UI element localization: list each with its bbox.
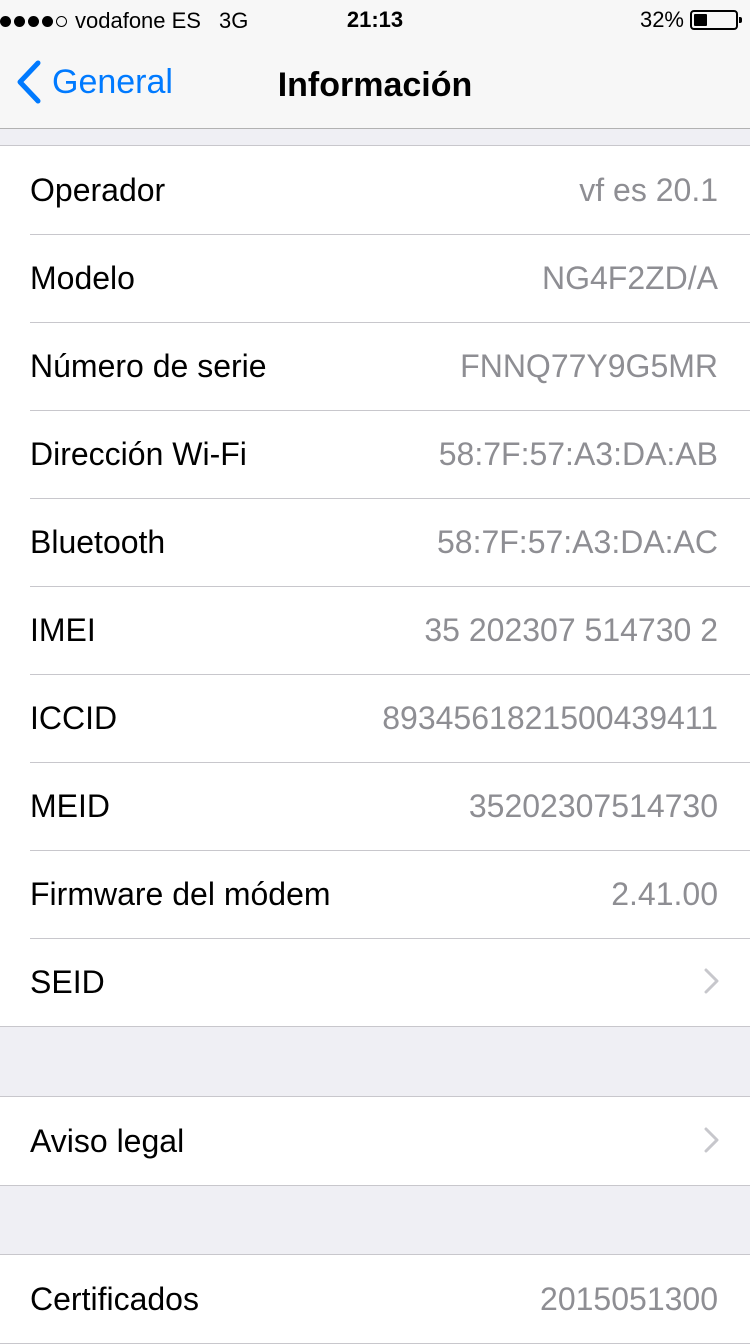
row-label: Número de serie bbox=[30, 348, 267, 384]
battery-status: 32% bbox=[639, 7, 742, 33]
battery-percent: 32% bbox=[639, 7, 684, 32]
row-label: MEID bbox=[30, 788, 110, 824]
row-label: SEID bbox=[30, 964, 105, 1000]
certificates-list: Certificados 2015051300 bbox=[0, 1254, 750, 1344]
row-label: Certificados bbox=[30, 1281, 199, 1317]
row-value: 8934561821500439411 bbox=[382, 700, 718, 736]
list-item-firmware: Firmware del módem 2.41.00 bbox=[0, 850, 750, 938]
list-item-direccion-wifi: Dirección Wi-Fi 58:7F:57:A3:DA:AB bbox=[0, 410, 750, 498]
list-item-operador: Operador vf es 20.1 bbox=[0, 146, 750, 234]
row-value: 58:7F:57:A3:DA:AC bbox=[436, 524, 718, 560]
row-value: FNNQ77Y9G5MR bbox=[460, 348, 718, 384]
list-item-iccid: ICCID 8934561821500439411 bbox=[0, 674, 750, 762]
row-label: IMEI bbox=[30, 612, 96, 648]
status-bar: vodafone ES 3G 21:13 32% bbox=[0, 0, 750, 40]
page-title: Información bbox=[277, 66, 473, 104]
list-item-aviso-legal[interactable]: Aviso legal bbox=[0, 1097, 750, 1185]
list-item-modelo: Modelo NG4F2ZD/A bbox=[0, 234, 750, 322]
row-value: vf es 20.1 bbox=[579, 172, 718, 208]
navigation-bar: General Información bbox=[0, 40, 750, 129]
status-time: 21:13 bbox=[346, 7, 404, 32]
legal-list: Aviso legal bbox=[0, 1096, 750, 1186]
row-label: Aviso legal bbox=[30, 1123, 185, 1159]
list-item-imei: IMEI 35 202307 514730 2 bbox=[0, 586, 750, 674]
row-label: Modelo bbox=[30, 260, 135, 296]
battery-icon bbox=[690, 10, 742, 30]
row-value: NG4F2ZD/A bbox=[541, 260, 718, 296]
row-label: Bluetooth bbox=[30, 524, 166, 560]
battery-level-fill bbox=[694, 14, 707, 26]
row-value: 35 202307 514730 2 bbox=[424, 612, 718, 648]
chevron-right-icon bbox=[704, 1127, 719, 1153]
list-item-certificados: Certificados 2015051300 bbox=[0, 1255, 750, 1343]
row-label: Firmware del módem bbox=[30, 876, 331, 912]
row-value: 2.41.00 bbox=[611, 876, 718, 912]
row-label: ICCID bbox=[30, 700, 118, 736]
info-list: Operador vf es 20.1 Modelo NG4F2ZD/A Núm… bbox=[0, 145, 750, 1027]
list-item-numero-de-serie: Número de serie FNNQ77Y9G5MR bbox=[0, 322, 750, 410]
row-label: Operador bbox=[30, 172, 166, 208]
list-item-bluetooth: Bluetooth 58:7F:57:A3:DA:AC bbox=[0, 498, 750, 586]
list-item-seid[interactable]: SEID bbox=[0, 938, 750, 1026]
row-value: 35202307514730 bbox=[468, 788, 718, 824]
row-label: Dirección Wi-Fi bbox=[30, 436, 247, 472]
chevron-right-icon bbox=[704, 968, 719, 994]
row-value: 58:7F:57:A3:DA:AB bbox=[438, 436, 718, 472]
list-item-meid: MEID 35202307514730 bbox=[0, 762, 750, 850]
row-value: 2015051300 bbox=[540, 1281, 718, 1317]
